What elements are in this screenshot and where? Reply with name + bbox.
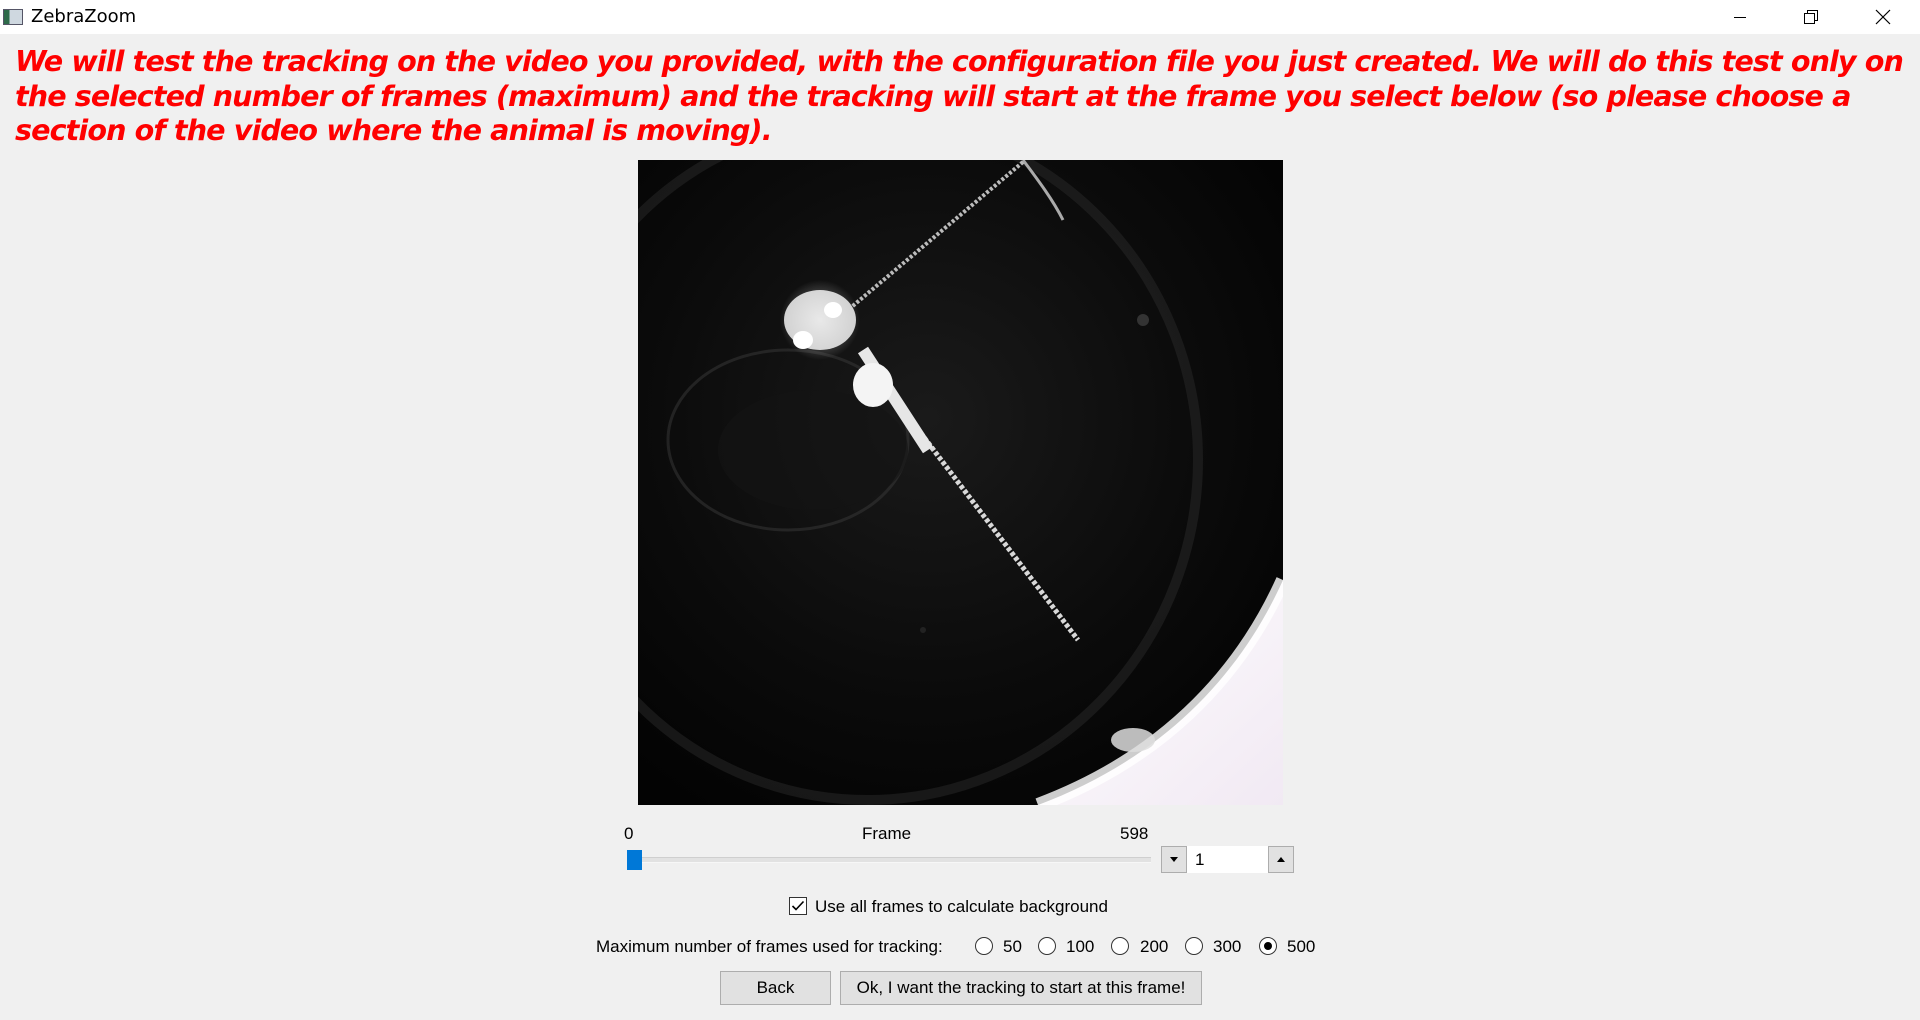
frame-number-input[interactable] xyxy=(1187,846,1268,873)
checkmark-icon xyxy=(791,900,805,911)
radio-500[interactable] xyxy=(1259,937,1277,955)
back-button[interactable]: Back xyxy=(720,971,831,1005)
frame-increment-button[interactable] xyxy=(1268,846,1294,873)
radio-300[interactable] xyxy=(1185,937,1203,955)
minimize-button[interactable] xyxy=(1705,0,1775,34)
close-button[interactable] xyxy=(1848,0,1918,34)
radio-100[interactable] xyxy=(1038,937,1056,955)
restore-icon xyxy=(1804,10,1818,24)
slider-min-label: 0 xyxy=(624,824,634,843)
frame-slider-handle[interactable] xyxy=(627,850,642,870)
radio-200-label: 200 xyxy=(1140,937,1169,956)
radio-500-label: 500 xyxy=(1287,937,1316,956)
background-checkbox[interactable] xyxy=(789,897,807,915)
close-icon xyxy=(1875,9,1891,25)
arrow-up-icon xyxy=(1277,856,1285,862)
minimize-icon xyxy=(1734,17,1746,18)
radio-100-label: 100 xyxy=(1066,937,1095,956)
slider-max-label: 598 xyxy=(1120,824,1149,843)
title-bar: ZebraZoom xyxy=(0,0,1920,34)
frame-slider-track[interactable] xyxy=(627,857,1151,863)
start-tracking-button[interactable]: Ok, I want the tracking to start at this… xyxy=(840,971,1202,1005)
instruction-text: We will test the tracking on the video y… xyxy=(15,44,1904,147)
arrow-down-icon xyxy=(1170,856,1178,862)
restore-button[interactable] xyxy=(1776,0,1846,34)
app-icon xyxy=(3,9,23,25)
radio-50[interactable] xyxy=(975,937,993,955)
slider-title-label: Frame xyxy=(862,824,912,843)
background-checkbox-label: Use all frames to calculate background xyxy=(815,897,1108,916)
radio-200[interactable] xyxy=(1111,937,1129,955)
frame-decrement-button[interactable] xyxy=(1161,846,1187,873)
window-title: ZebraZoom xyxy=(31,6,137,27)
radio-50-label: 50 xyxy=(1003,937,1022,956)
max-frames-label: Maximum number of frames used for tracki… xyxy=(596,937,943,956)
video-frame-preview xyxy=(638,160,1283,805)
radio-300-label: 300 xyxy=(1213,937,1242,956)
